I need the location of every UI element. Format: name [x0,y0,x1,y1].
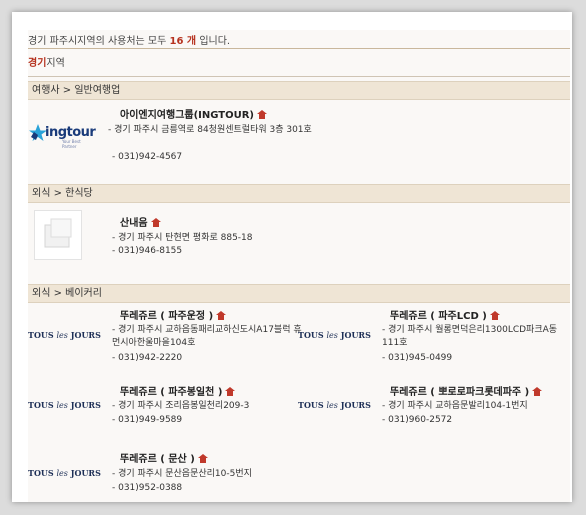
store-list-panel: 경기 파주시지역의 사용처는 모두 16 개 입니다. 경기지역 여행사 > 일… [28,30,570,502]
store-name-ingtour[interactable]: 아이엔지여행그룹(INGTOUR) [120,106,268,121]
logo-text: les [56,401,68,410]
store-name-b2[interactable]: 뚜레쥬르 ( 파주LCD ) [390,307,500,322]
logo-text: JOURS [70,400,101,410]
store-address-b5: - 경기 파주시 문산읍문산리10-5번지 [112,469,252,479]
logo-text: TOUS [298,330,324,340]
tous-les-jours-logo: TOUS les JOURS [28,468,101,478]
home-icon[interactable] [150,218,161,227]
home-icon[interactable] [225,387,236,396]
summary-count: 16 개 [169,36,197,47]
store-name-text: 뚜레쥬르 ( 파주운정 ) [120,311,214,322]
region-label: 경기지역 [28,54,65,69]
logo-text: les [326,331,338,340]
store-tel-b5: - 031)952-0388 [112,483,183,493]
store-tel-b1: - 031)942-2220 [112,353,183,363]
logo-text: JOURS [340,400,371,410]
store-address-b1: - 경기 파주시 교하읍동패리교하신도시A17블럭 휴먼시아한울마을104호 [112,325,302,348]
store-tel-sanaeeum: - 031)946-8155 [112,246,183,256]
logo-text: JOURS [70,330,101,340]
region-rest: 지역 [46,58,65,69]
logo-text: TOUS [298,400,324,410]
store-name-text: 뚜레쥬르 ( 문산 ) [120,454,195,465]
store-address-ingtour: - 경기 파주시 금릉역로 84청원센트럴타워 3층 301호 [108,125,312,135]
home-icon[interactable] [532,387,543,396]
tous-les-jours-logo: TOUS les JOURS [298,330,371,340]
logo-text: TOUS [28,468,54,478]
home-icon[interactable] [257,110,268,119]
divider [28,76,570,77]
logo-text: JOURS [340,330,371,340]
region-strong: 경기 [28,58,47,69]
logo-text: JOURS [70,468,101,478]
store-name-text: 뚜레쥬르 ( 파주봉일천 ) [120,387,223,398]
logo-text: les [326,401,338,410]
logo-text: les [56,331,68,340]
logo-text: TOUS [28,400,54,410]
tous-les-jours-logo: TOUS les JOURS [298,400,371,410]
summary-prefix: 경기 파주시지역의 사용처는 모두 [28,36,167,47]
divider [28,48,570,49]
store-name-b5[interactable]: 뚜레쥬르 ( 문산 ) [120,450,208,465]
store-address-b2: - 경기 파주시 월롱면덕은리1300LCD파크A동 111호 [382,325,558,348]
summary-suffix: 입니다. [199,36,231,47]
logo-text: TOUS [28,330,54,340]
store-name-b4[interactable]: 뚜레쥬르 ( 뽀로로파크롯데파주 ) [390,383,543,398]
store-name-b3[interactable]: 뚜레쥬르 ( 파주봉일천 ) [120,383,236,398]
store-name-text: 뚜레쥬르 ( 뽀로로파크롯데파주 ) [390,387,530,398]
store-name-sanaeeum[interactable]: 산내음 [120,214,161,229]
store-name-text: 산내음 [120,218,148,229]
tous-les-jours-logo: TOUS les JOURS [28,400,101,410]
store-thumbnail [34,210,82,260]
result-summary: 경기 파주시지역의 사용처는 모두 16 개 입니다. [28,32,570,47]
store-name-text: 아이엔지여행그룹(INGTOUR) [120,110,255,121]
category-header-bakery: 외식 > 베이커리 [28,284,570,303]
logo-text: les [56,469,68,478]
ingtour-logo-text: ingtour [45,125,96,140]
store-tel-b3: - 031)949-9589 [112,415,183,425]
placeholder-image-icon [44,218,72,248]
ingtour-logo: ingtour Your Best Partner [28,123,96,149]
store-address-sanaeeum: - 경기 파주시 탄현면 평화로 885-18 [112,233,253,243]
tous-les-jours-logo: TOUS les JOURS [28,330,101,340]
store-address-b3: - 경기 파주시 조리읍봉일천리209-3 [112,401,250,411]
store-tel-ingtour: - 031)942-4567 [112,152,183,162]
store-address-b4: - 경기 파주시 교하읍문발리104-1번지 [382,401,528,411]
category-header-korean: 외식 > 한식당 [28,184,570,203]
home-icon[interactable] [489,311,500,320]
category-header-travel: 여행사 > 일반여행업 [28,81,570,100]
screenshot-frame: 경기 파주시지역의 사용처는 모두 16 개 입니다. 경기지역 여행사 > 일… [12,12,572,502]
store-tel-b4: - 031)960-2572 [382,415,453,425]
ingtour-logo-subtext: Your Best Partner [62,139,81,149]
home-icon[interactable] [197,454,208,463]
store-name-text: 뚜레쥬르 ( 파주LCD ) [390,311,487,322]
store-name-b1[interactable]: 뚜레쥬르 ( 파주운정 ) [120,307,227,322]
home-icon[interactable] [216,311,227,320]
store-tel-b2: - 031)945-0499 [382,353,453,363]
